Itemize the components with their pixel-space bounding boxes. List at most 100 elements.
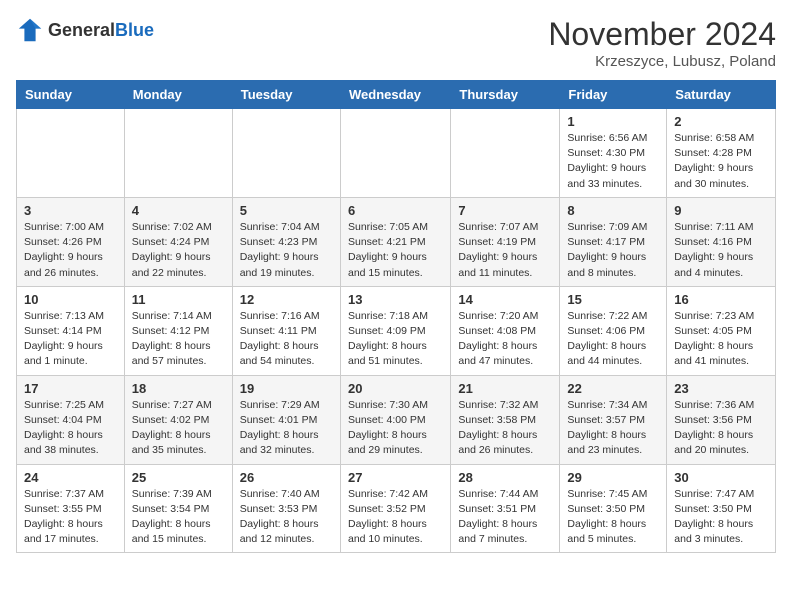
calendar-cell: 8Sunrise: 7:09 AM Sunset: 4:17 PM Daylig…: [560, 197, 667, 286]
day-info: Sunrise: 7:42 AM Sunset: 3:52 PM Dayligh…: [348, 487, 443, 548]
calendar-cell: 19 Sunrise: 7:29 AM Sunset: 4:01 PM Dayli…: [232, 375, 340, 464]
calendar-cell: 22 Sunrise: 7:34 AM Sunset: 3:57 PM Dayli…: [560, 375, 667, 464]
day-info: Sunrise: 7:40 AM Sunset: 3:53 PM Dayligh…: [240, 487, 333, 548]
day-info: Sunrise: 7:09 AM Sunset: 4:17 PM Dayligh…: [567, 220, 659, 281]
calendar-cell: 9Sunrise: 7:11 AM Sunset: 4:16 PM Daylig…: [667, 197, 776, 286]
day-number: 29: [567, 470, 659, 485]
calendar-week-row: 1 Sunrise: 6:56 AM Sunset: 4:30 PM Daylig…: [17, 109, 776, 198]
day-info: Sunrise: 7:14 AM Sunset: 4:12 PM Dayligh…: [132, 309, 225, 370]
header-monday: Monday: [124, 81, 232, 109]
day-info: Sunrise: 7:39 AM Sunset: 3:54 PM Dayligh…: [132, 487, 225, 548]
day-info: Sunrise: 7:23 AM Sunset: 4:05 PM Dayligh…: [674, 309, 768, 370]
logo: GeneralBlue: [16, 16, 154, 44]
day-info: Sunrise: 7:29 AM Sunset: 4:01 PM Dayligh…: [240, 398, 333, 459]
day-info: Sunrise: 7:36 AM Sunset: 3:56 PM Dayligh…: [674, 398, 768, 459]
calendar-cell: 11Sunrise: 7:14 AM Sunset: 4:12 PM Dayli…: [124, 286, 232, 375]
calendar-cell: 30Sunrise: 7:47 AM Sunset: 3:50 PM Dayli…: [667, 464, 776, 553]
day-info: Sunrise: 7:18 AM Sunset: 4:09 PM Dayligh…: [348, 309, 443, 370]
calendar-cell: 21Sunrise: 7:32 AM Sunset: 3:58 PM Dayli…: [451, 375, 560, 464]
calendar-cell: 13Sunrise: 7:18 AM Sunset: 4:09 PM Dayli…: [340, 286, 450, 375]
calendar-cell: [232, 109, 340, 198]
calendar-cell: [17, 109, 125, 198]
calendar-cell: 20Sunrise: 7:30 AM Sunset: 4:00 PM Dayli…: [340, 375, 450, 464]
calendar-cell: [340, 109, 450, 198]
day-number: 18: [132, 381, 225, 396]
day-number: 4: [132, 203, 225, 218]
header-friday: Friday: [560, 81, 667, 109]
day-number: 10: [24, 292, 117, 307]
calendar-cell: 14Sunrise: 7:20 AM Sunset: 4:08 PM Dayli…: [451, 286, 560, 375]
calendar-cell: 29Sunrise: 7:45 AM Sunset: 3:50 PM Dayli…: [560, 464, 667, 553]
calendar-week-row: 3 Sunrise: 7:00 AM Sunset: 4:26 PM Daylig…: [17, 197, 776, 286]
calendar-cell: 23 Sunrise: 7:36 AM Sunset: 3:56 PM Dayli…: [667, 375, 776, 464]
header-tuesday: Tuesday: [232, 81, 340, 109]
day-info: Sunrise: 6:56 AM Sunset: 4:30 PM Dayligh…: [567, 131, 659, 192]
header-sunday: Sunday: [17, 81, 125, 109]
location-subtitle: Krzeszyce, Lubusz, Poland: [548, 53, 776, 70]
calendar-cell: 4Sunrise: 7:02 AM Sunset: 4:24 PM Daylig…: [124, 197, 232, 286]
calendar-cell: 24 Sunrise: 7:37 AM Sunset: 3:55 PM Dayli…: [17, 464, 125, 553]
day-info: Sunrise: 7:04 AM Sunset: 4:23 PM Dayligh…: [240, 220, 333, 281]
day-number: 30: [674, 470, 768, 485]
day-number: 25: [132, 470, 225, 485]
title-area: November 2024 Krzeszyce, Lubusz, Poland: [548, 16, 776, 70]
logo-blue: Blue: [115, 20, 154, 40]
calendar-table: Sunday Monday Tuesday Wednesday Thursday…: [16, 80, 776, 553]
day-number: 27: [348, 470, 443, 485]
calendar-cell: 12 Sunrise: 7:16 AM Sunset: 4:11 PM Dayli…: [232, 286, 340, 375]
day-info: Sunrise: 7:34 AM Sunset: 3:57 PM Dayligh…: [567, 398, 659, 459]
day-info: Sunrise: 7:44 AM Sunset: 3:51 PM Dayligh…: [458, 487, 552, 548]
calendar-week-row: 10Sunrise: 7:13 AM Sunset: 4:14 PM Dayli…: [17, 286, 776, 375]
day-number: 16: [674, 292, 768, 307]
day-info: Sunrise: 7:11 AM Sunset: 4:16 PM Dayligh…: [674, 220, 768, 281]
calendar-cell: 10Sunrise: 7:13 AM Sunset: 4:14 PM Dayli…: [17, 286, 125, 375]
day-info: Sunrise: 6:58 AM Sunset: 4:28 PM Dayligh…: [674, 131, 768, 192]
calendar-cell: 15 Sunrise: 7:22 AM Sunset: 4:06 PM Dayli…: [560, 286, 667, 375]
calendar-cell: 16 Sunrise: 7:23 AM Sunset: 4:05 PM Dayli…: [667, 286, 776, 375]
day-info: Sunrise: 7:32 AM Sunset: 3:58 PM Dayligh…: [458, 398, 552, 459]
day-number: 3: [24, 203, 117, 218]
day-number: 1: [567, 114, 659, 129]
day-number: 5: [240, 203, 333, 218]
day-number: 23: [674, 381, 768, 396]
logo-icon: [16, 16, 44, 44]
calendar-cell: 25 Sunrise: 7:39 AM Sunset: 3:54 PM Dayli…: [124, 464, 232, 553]
day-number: 7: [458, 203, 552, 218]
calendar-cell: 18Sunrise: 7:27 AM Sunset: 4:02 PM Dayli…: [124, 375, 232, 464]
day-number: 14: [458, 292, 552, 307]
calendar-cell: 1 Sunrise: 6:56 AM Sunset: 4:30 PM Daylig…: [560, 109, 667, 198]
day-number: 17: [24, 381, 117, 396]
day-number: 19: [240, 381, 333, 396]
day-number: 12: [240, 292, 333, 307]
calendar-cell: 17 Sunrise: 7:25 AM Sunset: 4:04 PM Dayli…: [17, 375, 125, 464]
day-number: 20: [348, 381, 443, 396]
calendar-cell: 28 Sunrise: 7:44 AM Sunset: 3:51 PM Dayli…: [451, 464, 560, 553]
day-info: Sunrise: 7:07 AM Sunset: 4:19 PM Dayligh…: [458, 220, 552, 281]
calendar-cell: 6 Sunrise: 7:05 AM Sunset: 4:21 PM Daylig…: [340, 197, 450, 286]
day-info: Sunrise: 7:00 AM Sunset: 4:26 PM Dayligh…: [24, 220, 117, 281]
day-number: 6: [348, 203, 443, 218]
month-title: November 2024: [548, 16, 776, 53]
calendar-week-row: 17 Sunrise: 7:25 AM Sunset: 4:04 PM Dayli…: [17, 375, 776, 464]
day-number: 24: [24, 470, 117, 485]
calendar-cell: [451, 109, 560, 198]
day-info: Sunrise: 7:22 AM Sunset: 4:06 PM Dayligh…: [567, 309, 659, 370]
day-number: 28: [458, 470, 552, 485]
day-info: Sunrise: 7:25 AM Sunset: 4:04 PM Dayligh…: [24, 398, 117, 459]
calendar-cell: [124, 109, 232, 198]
calendar-cell: 27 Sunrise: 7:42 AM Sunset: 3:52 PM Dayli…: [340, 464, 450, 553]
calendar-cell: 26Sunrise: 7:40 AM Sunset: 3:53 PM Dayli…: [232, 464, 340, 553]
calendar-cell: 2 Sunrise: 6:58 AM Sunset: 4:28 PM Daylig…: [667, 109, 776, 198]
day-number: 15: [567, 292, 659, 307]
day-number: 2: [674, 114, 768, 129]
day-info: Sunrise: 7:37 AM Sunset: 3:55 PM Dayligh…: [24, 487, 117, 548]
logo-general: General: [48, 20, 115, 40]
day-info: Sunrise: 7:05 AM Sunset: 4:21 PM Dayligh…: [348, 220, 443, 281]
calendar-cell: 3 Sunrise: 7:00 AM Sunset: 4:26 PM Daylig…: [17, 197, 125, 286]
calendar-header-row: Sunday Monday Tuesday Wednesday Thursday…: [17, 81, 776, 109]
header-wednesday: Wednesday: [340, 81, 450, 109]
calendar-week-row: 24 Sunrise: 7:37 AM Sunset: 3:55 PM Dayli…: [17, 464, 776, 553]
header-saturday: Saturday: [667, 81, 776, 109]
day-number: 22: [567, 381, 659, 396]
day-info: Sunrise: 7:16 AM Sunset: 4:11 PM Dayligh…: [240, 309, 333, 370]
